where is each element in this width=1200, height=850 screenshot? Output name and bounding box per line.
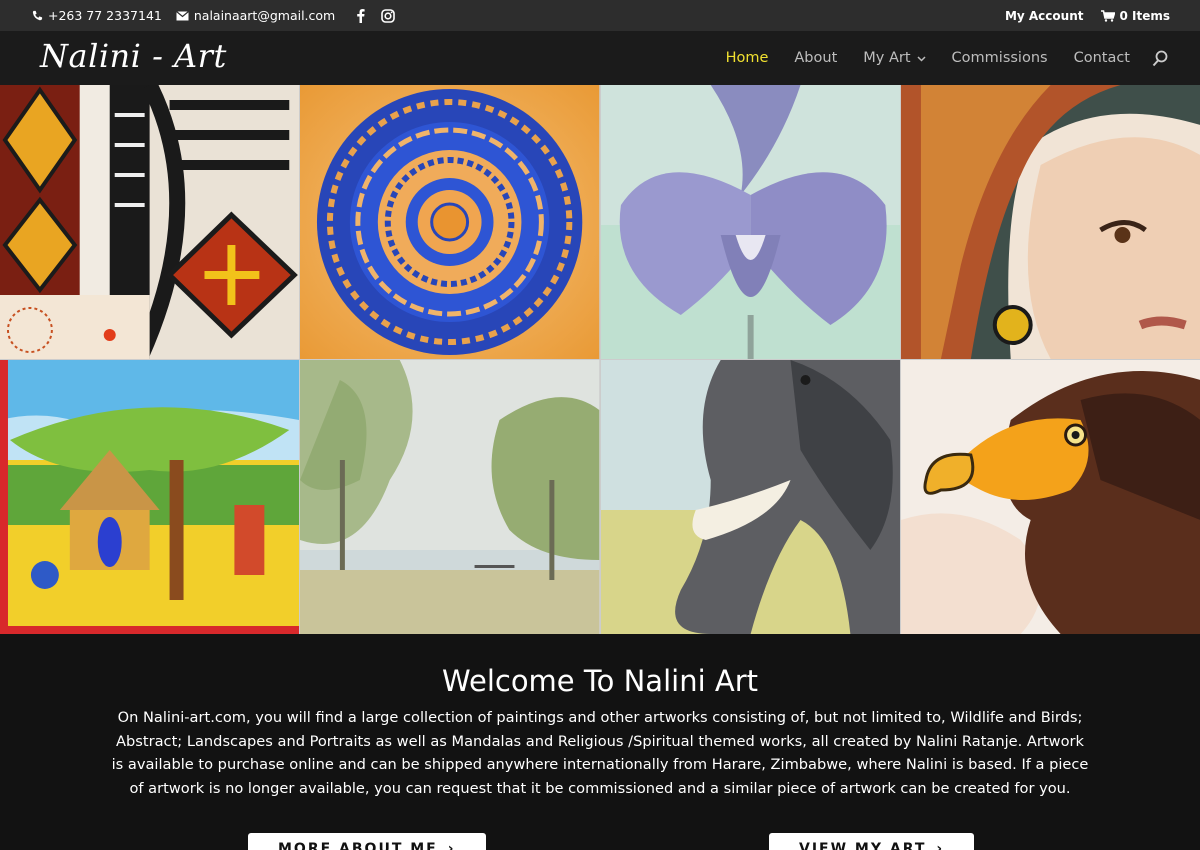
- african-woman-portrait[interactable]: [900, 85, 1200, 359]
- welcome-title: Welcome To Nalini Art: [442, 664, 758, 698]
- nav-home[interactable]: Home: [726, 50, 769, 66]
- phone-contact[interactable]: +263 77 2337141: [30, 8, 162, 23]
- more-about-me-label: MORE ABOUT ME: [278, 841, 438, 850]
- welcome-section: Welcome To Nalini Art On Nalini-art.com,…: [0, 634, 1200, 850]
- my-account-link[interactable]: My Account: [1005, 9, 1084, 23]
- main-nav: Home About My Art Commissions Contact: [726, 31, 1130, 85]
- nav-my-art-label: My Art: [863, 50, 911, 66]
- facebook-icon[interactable]: [353, 9, 367, 23]
- nav-home-label: Home: [725, 50, 769, 66]
- nav-contact-label: Contact: [1073, 50, 1130, 66]
- nav-contact[interactable]: Contact: [1074, 50, 1130, 66]
- site-logo[interactable]: Nalini - Art: [40, 37, 227, 75]
- instagram-icon[interactable]: [381, 8, 396, 23]
- view-my-art-button[interactable]: VIEW MY ART ›: [769, 833, 975, 850]
- email-contact[interactable]: nalainaart@gmail.com: [176, 8, 335, 23]
- nav-commissions-label: Commissions: [951, 50, 1048, 66]
- chevron-right-icon: ›: [936, 841, 945, 850]
- chevron-right-icon: ›: [447, 841, 456, 850]
- search-icon[interactable]: [1152, 50, 1168, 67]
- more-about-me-button[interactable]: MORE ABOUT ME ›: [248, 833, 486, 850]
- cart-count: 0 Items: [1119, 8, 1170, 23]
- phone-number: +263 77 2337141: [48, 8, 162, 23]
- view-my-art-label: VIEW MY ART: [799, 841, 927, 850]
- blue-mandala-painting[interactable]: [300, 85, 600, 359]
- village-hut-painting[interactable]: [0, 360, 300, 634]
- nav-my-art[interactable]: My Art: [863, 50, 926, 66]
- elephant-painting[interactable]: [600, 360, 900, 634]
- nav-about-label: About: [794, 50, 838, 66]
- eagle-painting[interactable]: [900, 360, 1200, 634]
- nav-commissions[interactable]: Commissions: [952, 50, 1048, 66]
- email-icon: [176, 9, 190, 23]
- main-header: Nalini - Art Home About My Art Commissio…: [0, 31, 1200, 85]
- top-bar: +263 77 2337141 nalainaart@gmail.com My …: [0, 0, 1200, 31]
- welcome-body: On Nalini-art.com, you will find a large…: [111, 709, 1089, 797]
- art-gallery-grid: [0, 85, 1200, 634]
- email-address: nalainaart@gmail.com: [193, 8, 336, 23]
- cart-link[interactable]: 0 Items: [1101, 9, 1170, 23]
- tribal-pattern-painting[interactable]: [0, 85, 300, 359]
- river-landscape-painting[interactable]: [300, 360, 600, 634]
- nav-about[interactable]: About: [794, 50, 837, 66]
- chevron-down-icon: [917, 50, 926, 66]
- phone-icon: [30, 9, 44, 23]
- purple-iris-painting[interactable]: [600, 85, 900, 359]
- cart-icon: [1101, 9, 1116, 23]
